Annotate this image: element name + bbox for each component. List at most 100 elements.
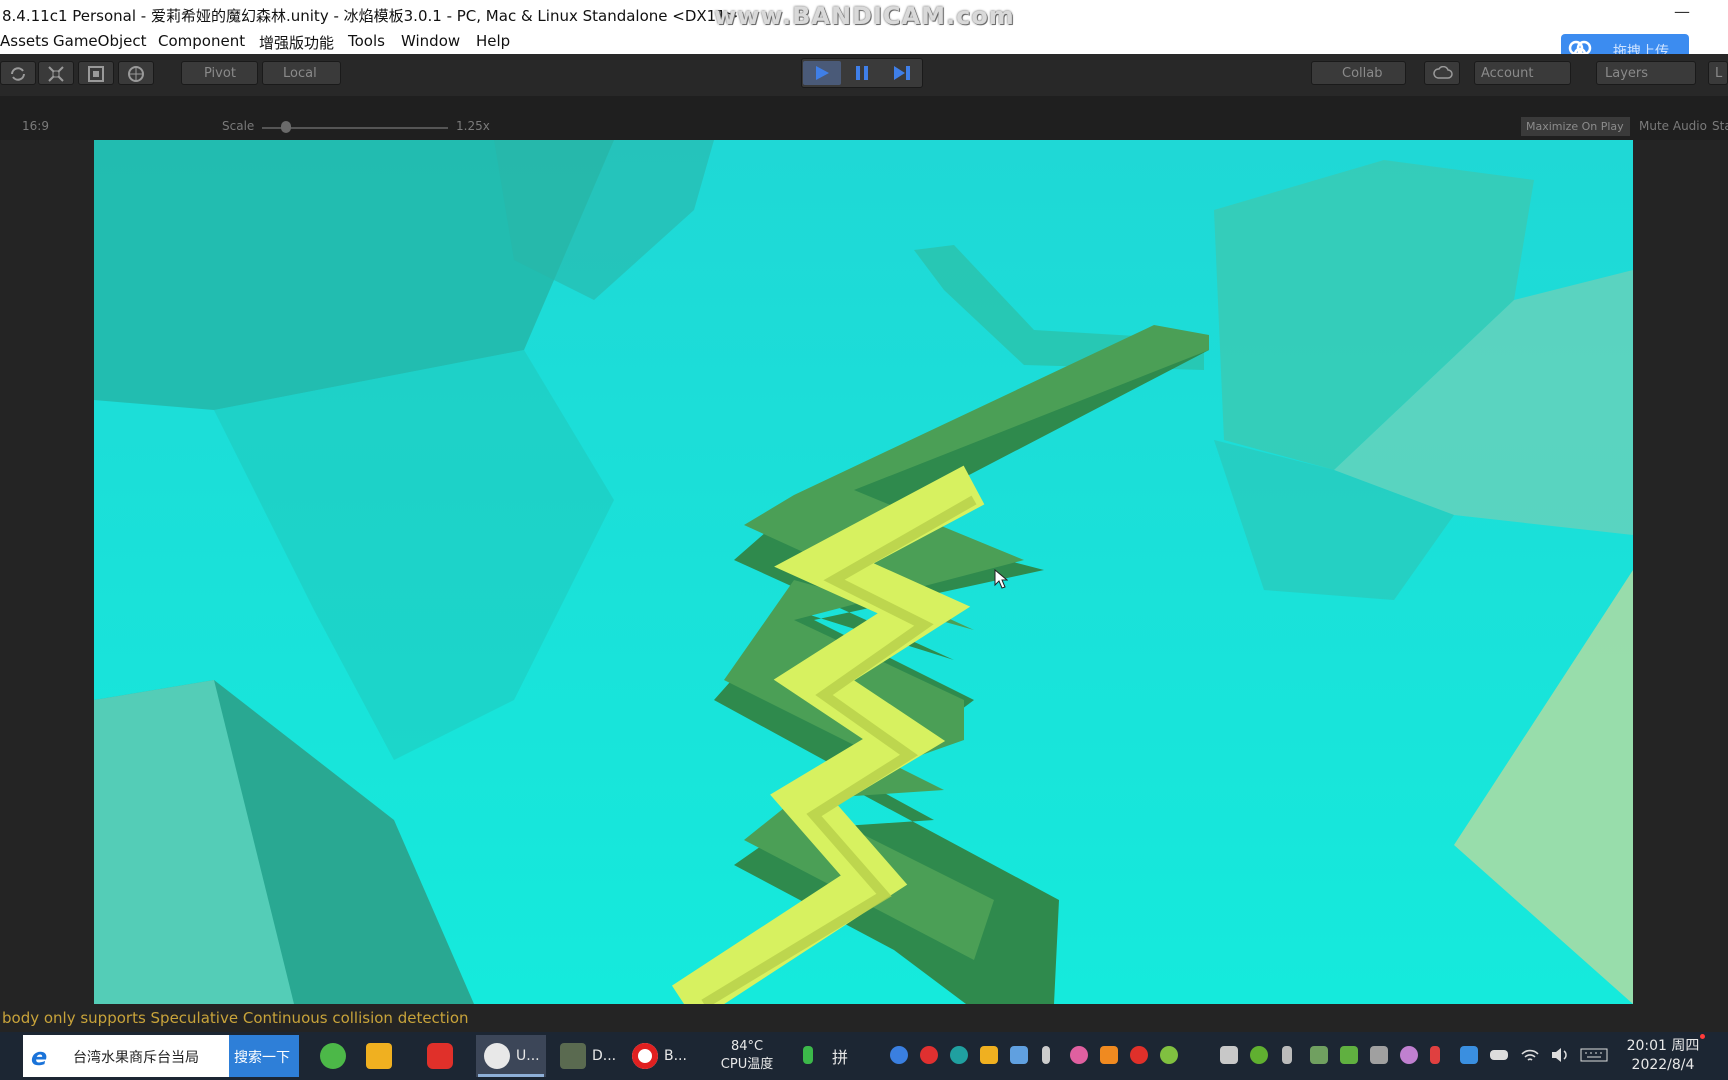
transform-tool-icon [128,66,144,82]
game-view-toolbar: 16:9 Scale 1.25x Mute Audio Sta [0,96,1728,140]
bandicam-icon [632,1043,658,1069]
maximize-on-play-toggle[interactable]: Maximize On Play [1521,117,1630,136]
minimize-button[interactable]: — [1674,2,1690,21]
game-view-gutter-left [0,140,94,1004]
system-clock[interactable]: 20:01 周四 2022/8/4 [1618,1037,1708,1075]
local-toggle[interactable]: Local [262,61,341,85]
taskbar-app-game-label: D... [592,1048,617,1064]
transform-tool-button[interactable] [118,61,154,85]
nvidia-icon[interactable] [1340,1046,1358,1064]
play-icon [816,66,829,80]
taskbar-app-bandicam[interactable]: B... [624,1035,688,1077]
tray-calendar-icon[interactable] [1310,1046,1328,1064]
cloud-services-button[interactable] [1424,61,1460,85]
notification-dot [1700,1034,1705,1039]
battery-status-icon[interactable] [1490,1050,1508,1060]
browser-launcher[interactable] [312,1035,352,1077]
tray-paint-icon[interactable] [1070,1046,1088,1064]
pivot-toggle[interactable]: Pivot [181,61,258,85]
game-icon [560,1043,586,1069]
tray-player-icon[interactable] [980,1046,998,1064]
browser-icon [320,1043,346,1069]
mouse-cursor-icon [994,569,1008,589]
player-launcher[interactable] [358,1035,398,1077]
tray-user-icon[interactable] [1400,1046,1418,1064]
window-title: 8.4.11c1 Personal - 爱莉希娅的魔幻森林.unity - 冰焰… [2,7,739,25]
ime-indicator[interactable]: 拼 [832,1044,848,1068]
pivot-label: Pivot [204,66,236,81]
taskbar-app-unity-label: U... [516,1048,540,1064]
title-bar: 8.4.11c1 Personal - 爱莉希娅的魔幻森林.unity - 冰焰… [0,0,1728,30]
stats-toggle[interactable]: Sta [1712,119,1728,133]
layout-dropdown[interactable]: L [1708,61,1728,85]
step-button[interactable] [883,61,921,85]
menu-window[interactable]: Window [401,32,460,50]
menu-enhanced[interactable]: 增强版功能 [259,32,334,53]
tray-network-app-icon[interactable] [1460,1046,1478,1064]
ie-icon: e [31,1043,48,1071]
tray-security-icon[interactable] [1250,1046,1268,1064]
scale-slider-thumb[interactable] [281,121,291,133]
taskbar-app-unity[interactable]: U... [476,1035,546,1077]
tray-chat-icon[interactable] [1160,1046,1178,1064]
cpu-temperature-value: 84°C [730,1039,764,1054]
menu-component[interactable]: Component [158,32,245,50]
tray-flag-icon[interactable] [1430,1046,1440,1064]
unity-icon [484,1043,510,1069]
menu-assets[interactable]: Assets [0,32,49,50]
taskbar-app-bandicam-label: B... [664,1048,687,1064]
layout-label: L [1715,66,1723,81]
menu-gameobject[interactable]: GameObject [53,32,147,50]
taskbar-app-game[interactable]: D... [552,1035,618,1077]
tray-folder-icon[interactable] [1100,1046,1118,1064]
tray-app-icon[interactable] [890,1046,908,1064]
search-button-label: 搜索一下 [234,1050,290,1066]
local-label: Local [283,66,317,81]
game-scene [94,140,1633,1004]
keyboard-icon[interactable] [1580,1048,1608,1062]
clock-date: 2022/8/4 [1631,1057,1695,1073]
game-viewport[interactable] [94,140,1633,1004]
record-tray-icon[interactable] [920,1046,938,1064]
bandicam-watermark: www.BANDICAM.com [714,2,1015,30]
console-status-bar[interactable]: body only supports Speculative Continuou… [0,1004,1728,1032]
console-message: body only supports Speculative Continuou… [2,1009,469,1027]
rotate-tool-icon [11,67,25,81]
tray-photo-icon[interactable] [1010,1046,1028,1064]
menu-tools[interactable]: Tools [348,32,385,50]
tray-music-icon[interactable] [1130,1046,1148,1064]
pause-button[interactable] [843,61,881,85]
wifi-icon[interactable] [1520,1046,1540,1064]
taskbar-search-button[interactable]: 搜索一下 [229,1035,299,1077]
tray-arrow-icon[interactable] [950,1046,968,1064]
active-indicator [478,1074,544,1077]
account-dropdown[interactable]: Account [1474,61,1571,85]
pause-icon [856,66,868,80]
scale-label: Scale [222,119,255,133]
gamepad-icon[interactable] [1220,1046,1238,1064]
music-icon [427,1043,453,1069]
playback-controls [801,58,923,88]
battery-icon[interactable] [803,1046,813,1064]
maximize-on-play-label: Maximize On Play [1526,120,1624,133]
rotate-tool-button[interactable] [0,61,36,85]
volume-icon[interactable] [1550,1046,1570,1064]
layers-label: Layers [1605,66,1649,81]
taskbar-search-box[interactable]: e 台湾水果商斥台当局 [23,1035,229,1077]
display-icon[interactable] [1370,1046,1388,1064]
menu-help[interactable]: Help [476,32,510,50]
play-button[interactable] [803,61,841,85]
usb-icon[interactable] [1282,1046,1292,1064]
layers-dropdown[interactable]: Layers [1596,61,1696,85]
music-launcher[interactable] [419,1035,459,1077]
scale-tool-button[interactable] [38,61,74,85]
thermometer-icon[interactable] [1042,1046,1050,1064]
collab-dropdown[interactable]: Collab [1311,61,1406,85]
aspect-dropdown[interactable]: 16:9 [22,119,49,133]
step-icon [894,66,910,80]
rect-tool-button[interactable] [78,61,114,85]
taskbar: e 台湾水果商斥台当局 搜索一下 U... D... B... 84°C CPU… [0,1032,1728,1080]
mute-audio-toggle[interactable]: Mute Audio [1639,119,1707,133]
scale-value: 1.25x [456,119,490,133]
cpu-temperature: 84°C CPU温度 [712,1038,782,1074]
